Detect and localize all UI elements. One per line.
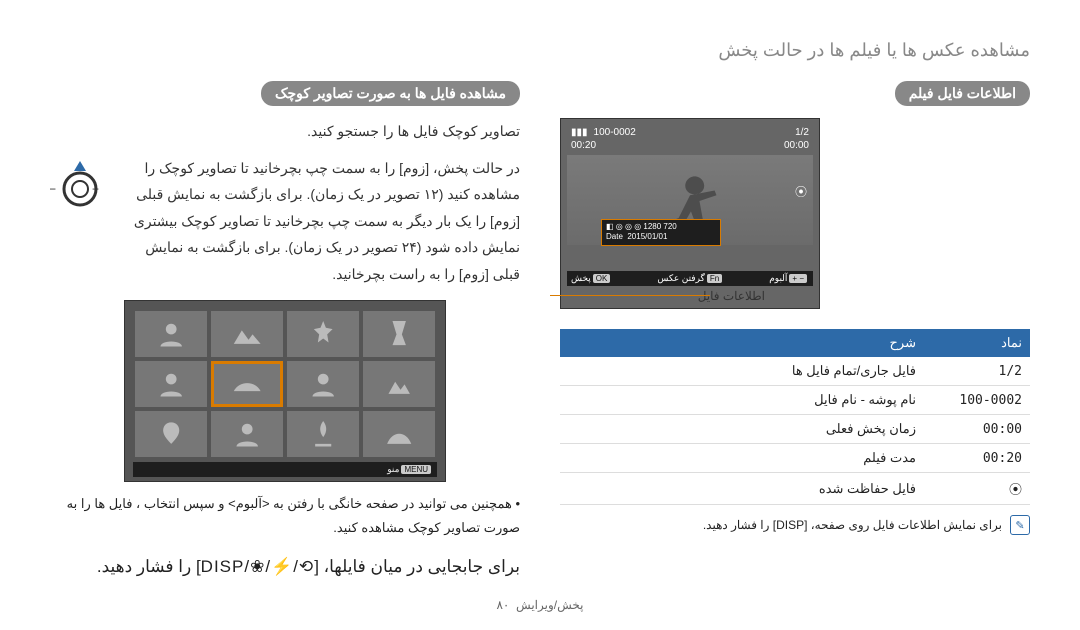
- lcd-duration: 00:20: [571, 140, 596, 151]
- table-row: 00:00زمان پخش فعلی: [560, 415, 1030, 444]
- play-button[interactable]: OK: [593, 274, 611, 283]
- table-row: 100-0002نام پوشه - نام فایل: [560, 386, 1030, 415]
- thumb[interactable]: [287, 411, 359, 457]
- menu-button[interactable]: MENU: [401, 465, 431, 474]
- menu-label: منو: [387, 464, 399, 475]
- thumbs-intro: تصاویر کوچک فایل ها را جستجو کنید.: [50, 118, 520, 145]
- page-footer: پخش/ویرایش ۸۰: [0, 598, 1080, 612]
- legend-head-sym: نماد: [924, 329, 1030, 357]
- note-icon: ✎: [1010, 515, 1030, 535]
- lcd-elapsed: 00:00: [784, 140, 809, 151]
- lcd-preview: 1/2 100-0002 ▮▮▮ 00:00 00:20 ⦿: [560, 118, 820, 309]
- thumb[interactable]: [135, 361, 207, 407]
- svg-text:−: −: [50, 182, 56, 196]
- protect-icon: ⦿: [795, 183, 807, 200]
- thumb-selected[interactable]: [211, 361, 283, 407]
- capture-button[interactable]: Fn: [707, 274, 722, 283]
- table-row: ⦿فایل حفاظت شده: [560, 473, 1030, 505]
- zoom-lever-icon: − +: [50, 155, 110, 215]
- page-title: مشاهده عکس ها یا فیلم ها در حالت پخش: [50, 40, 1030, 61]
- callout-line: [550, 295, 710, 296]
- legend-table: نماد شرح 1/2فایل جاری/تمام فایل ها 100-0…: [560, 329, 1030, 505]
- file-info-pointer-label: اطلاعات فایل: [698, 289, 765, 303]
- thumb[interactable]: [211, 311, 283, 357]
- thumb[interactable]: [211, 411, 283, 457]
- lcd-file-info-box: ◧ ◎ ◎ ◎ 1280 720 Date 2015/01/01: [601, 219, 721, 246]
- thumb[interactable]: [363, 411, 435, 457]
- table-row: 00:20مدت فیلم: [560, 444, 1030, 473]
- note-text: برای نمایش اطلاعات فایل روی صفحه، [DISP]…: [703, 518, 1002, 532]
- lcd-counter: 1/2: [795, 127, 809, 138]
- thumb[interactable]: [363, 311, 435, 357]
- thumb[interactable]: [287, 311, 359, 357]
- thumbnail-grid-frame: منو MENU: [124, 300, 446, 482]
- thumb[interactable]: [135, 311, 207, 357]
- thumb[interactable]: [135, 411, 207, 457]
- thumb[interactable]: [363, 361, 435, 407]
- svg-text:+: +: [92, 182, 99, 196]
- thumb[interactable]: [287, 361, 359, 407]
- section-head-file-info: اطلاعات فایل فیلم: [895, 81, 1030, 106]
- album-button[interactable]: − +: [789, 274, 807, 283]
- zoom-tip: در حالت پخش، [زوم] را به سمت چپ بچرخانید…: [120, 155, 520, 288]
- legend-head-desc: شرح: [560, 329, 924, 357]
- section-head-thumbs: مشاهده فایل ها به صورت تصاویر کوچک: [261, 81, 520, 106]
- table-row: 1/2فایل جاری/تمام فایل ها: [560, 357, 1030, 386]
- album-bullet: همچنین می توانید در صفحه خانگی با رفتن ب…: [50, 492, 520, 541]
- nav-keys-line: برای جابجایی در میان فایلها، [DISP/❀/⚡/⟲…: [50, 557, 520, 577]
- lcd-clip-name: 100-0002: [594, 127, 636, 138]
